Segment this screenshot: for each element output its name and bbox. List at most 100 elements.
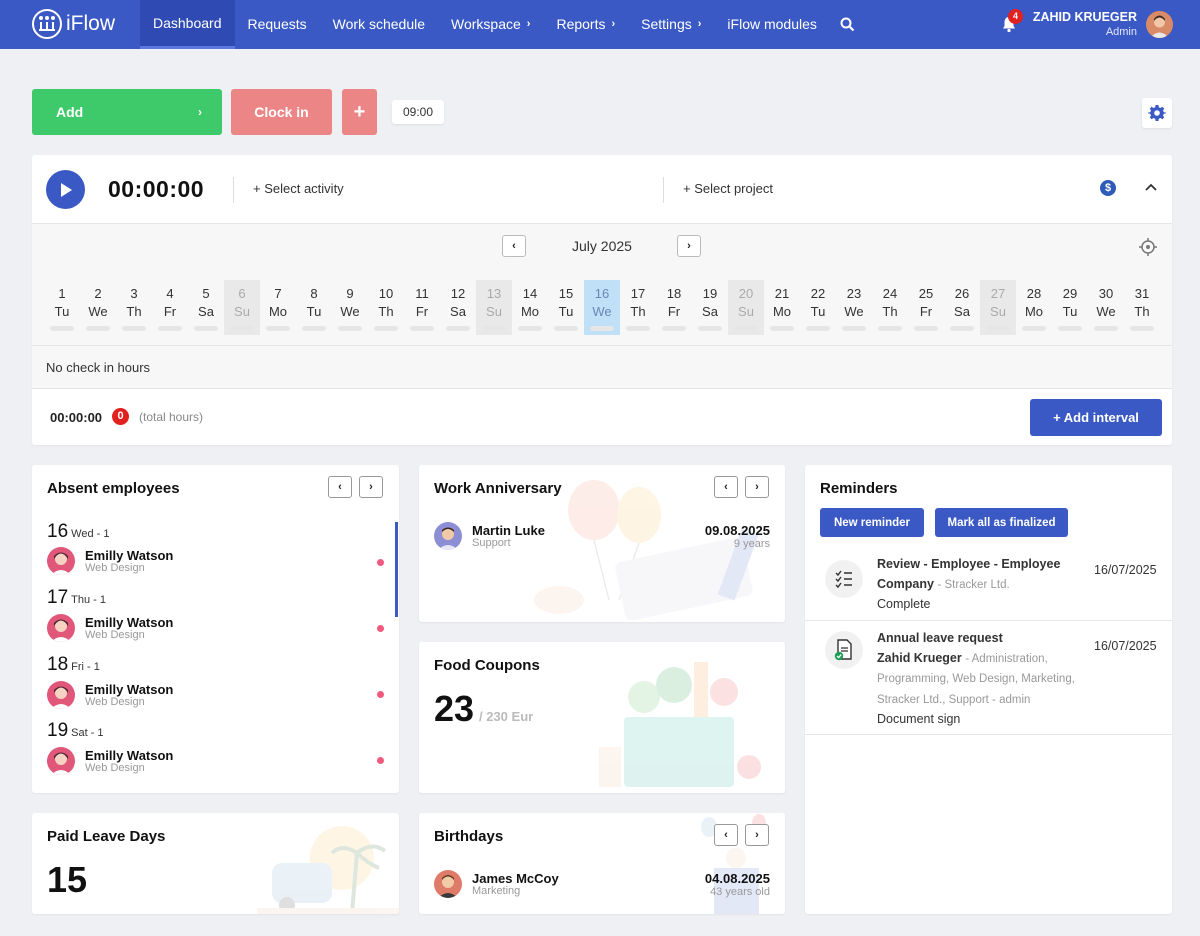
calendar-day[interactable]: 22 Tu	[800, 280, 836, 335]
calendar-day[interactable]: 26 Sa	[944, 280, 980, 335]
calendar-day[interactable]: 2 We	[80, 280, 116, 335]
calendar-day[interactable]: 9 We	[332, 280, 368, 335]
calendar-day[interactable]: 15 Tu	[548, 280, 584, 335]
calendar-day[interactable]: 24 Th	[872, 280, 908, 335]
new-reminder-button[interactable]: New reminder	[820, 508, 924, 537]
calendar-day[interactable]: 14 Mo	[512, 280, 548, 335]
plus-icon: +	[353, 100, 366, 123]
day-number: 4	[166, 286, 174, 301]
dollar-circle-icon[interactable]: $	[1100, 180, 1116, 196]
day-weekday: Sa	[198, 304, 214, 319]
birthday-person[interactable]: James McCoy Marketing	[434, 870, 559, 898]
absent-person[interactable]: Emilly Watson Web Design	[47, 681, 173, 709]
day-weekday: We	[844, 304, 864, 319]
calendar-day[interactable]: 31 Th	[1124, 280, 1160, 335]
nav-requests[interactable]: Requests	[235, 0, 320, 49]
prev-button[interactable]: ‹	[714, 824, 738, 846]
prev-button[interactable]: ‹	[328, 476, 352, 498]
calendar-day[interactable]: 18 Fr	[656, 280, 692, 335]
logo[interactable]: iFlow	[32, 9, 115, 39]
calendar-day[interactable]: 19 Sa	[692, 280, 728, 335]
calendar-next-button[interactable]: ›	[677, 235, 701, 257]
absence-date: 19 Sat - 1	[47, 720, 104, 742]
day-hours-bar	[770, 326, 794, 331]
person-name: James McCoy	[472, 870, 559, 886]
chevron-up-icon[interactable]	[1145, 179, 1157, 194]
absent-person[interactable]: Emilly Watson Web Design	[47, 747, 173, 775]
mark-all-finalized-button[interactable]: Mark all as finalized	[935, 508, 1068, 537]
calendar-day[interactable]: 10 Th	[368, 280, 404, 335]
calendar-day[interactable]: 6 Su	[224, 280, 260, 335]
logo-text: iFlow	[66, 12, 116, 35]
reminder-item[interactable]: Annual leave request Zahid Krueger - Adm…	[805, 621, 1172, 735]
nav-reports[interactable]: Reports ›	[543, 0, 628, 49]
day-number: 15	[558, 286, 574, 301]
calendar-day[interactable]: 3 Th	[116, 280, 152, 335]
calendar-day[interactable]: 8 Tu	[296, 280, 332, 335]
nav-work-schedule[interactable]: Work schedule	[320, 0, 438, 49]
calendar-day[interactable]: 16 We	[584, 280, 620, 335]
settings-button[interactable]	[1142, 98, 1172, 128]
calendar-day[interactable]: 28 Mo	[1016, 280, 1052, 335]
reminder-person: Zahid Krueger	[877, 650, 962, 665]
calendar-day[interactable]: 5 Sa	[188, 280, 224, 335]
day-number: 19	[702, 286, 718, 301]
day-hours-bar	[554, 326, 578, 331]
calendar-day[interactable]: 12 Sa	[440, 280, 476, 335]
calendar-day[interactable]: 29 Tu	[1052, 280, 1088, 335]
select-project-button[interactable]: + Select project	[683, 181, 773, 196]
calendar-day[interactable]: 27 Su	[980, 280, 1016, 335]
prev-button[interactable]: ‹	[714, 476, 738, 498]
calendar-day[interactable]: 21 Mo	[764, 280, 800, 335]
absent-person[interactable]: Emilly Watson Web Design	[47, 614, 173, 642]
reminder-title: Annual leave request	[877, 631, 1003, 645]
calendar-day[interactable]: 11 Fr	[404, 280, 440, 335]
status-dot	[377, 625, 384, 632]
calendar-day[interactable]: 25 Fr	[908, 280, 944, 335]
paid-leave-value: 15	[47, 859, 88, 900]
add-button[interactable]: Add ›	[32, 89, 222, 135]
nav-workspace[interactable]: Workspace ›	[438, 0, 543, 49]
next-button[interactable]: ›	[745, 476, 769, 498]
calendar-day[interactable]: 23 We	[836, 280, 872, 335]
user-role: Admin	[1105, 26, 1137, 38]
user-name[interactable]: ZAHID KRUEGER	[1033, 10, 1137, 24]
select-activity-button[interactable]: + Select activity	[253, 181, 344, 196]
user-avatar[interactable]	[1146, 11, 1173, 38]
document-sign-icon	[825, 631, 863, 669]
calendar-prev-button[interactable]: ‹	[502, 235, 526, 257]
next-button[interactable]: ›	[745, 824, 769, 846]
crosshair-icon[interactable]	[1139, 238, 1157, 256]
calendar-day[interactable]: 7 Mo	[260, 280, 296, 335]
no-check-in-message: No check in hours	[32, 345, 1172, 389]
search-icon[interactable]	[830, 0, 865, 49]
clock-in-button[interactable]: Clock in	[231, 89, 332, 135]
calendar-day[interactable]: 13 Su	[476, 280, 512, 335]
person-dept: Web Design	[85, 761, 145, 774]
add-interval-button[interactable]: + Add interval	[1030, 399, 1162, 436]
day-hours-bar	[446, 326, 470, 331]
anniversary-person[interactable]: Martin Luke Support	[434, 522, 545, 550]
day-number: 3	[130, 286, 138, 301]
day-number: 18	[47, 654, 69, 675]
nav-iflow-modules[interactable]: iFlow modules	[714, 0, 829, 49]
calendar-day[interactable]: 1 Tu	[44, 280, 80, 335]
birthday-date: 04.08.2025	[704, 871, 770, 886]
play-button[interactable]	[46, 170, 85, 209]
day-weekday: Fr	[163, 304, 177, 319]
calendar-day[interactable]: 30 We	[1088, 280, 1124, 335]
absent-person[interactable]: Emilly Watson Web Design	[47, 547, 173, 575]
day-hours-bar	[1094, 326, 1118, 331]
next-button[interactable]: ›	[359, 476, 383, 498]
nav-settings[interactable]: Settings ›	[628, 0, 714, 49]
nav-dashboard[interactable]: Dashboard	[140, 0, 235, 49]
calendar-day[interactable]: 4 Fr	[152, 280, 188, 335]
day-weekday: Tu	[558, 304, 574, 319]
calendar-day[interactable]: 17 Th	[620, 280, 656, 335]
calendar-day[interactable]: 20 Su	[728, 280, 764, 335]
reminder-item[interactable]: Review - Employee - Employee Company - S…	[805, 551, 1172, 621]
nav-label: iFlow modules	[727, 16, 817, 32]
plus-button[interactable]: +	[342, 89, 377, 135]
scrollbar[interactable]	[395, 522, 398, 617]
chevron-right-icon: ›	[697, 18, 702, 30]
